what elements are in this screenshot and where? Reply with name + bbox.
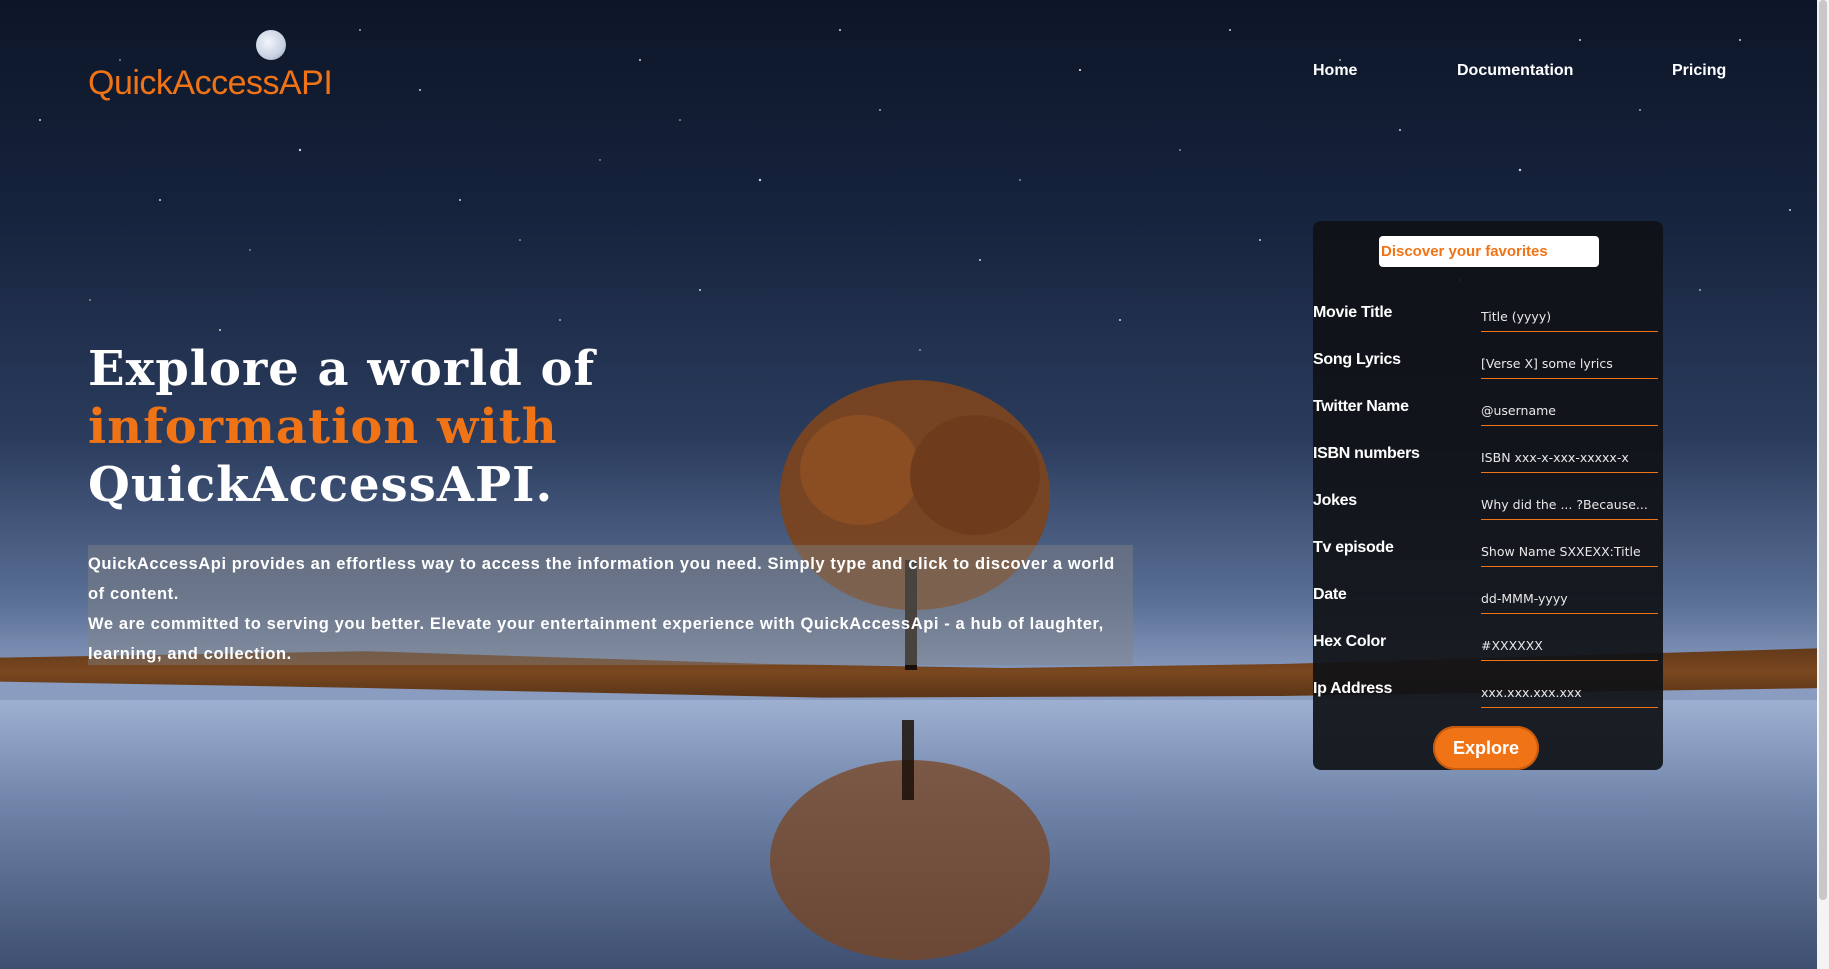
hero-description: QuickAccessApi provides an effortless wa…: [88, 545, 1133, 665]
isbn-input[interactable]: [1481, 443, 1658, 473]
brand-logo[interactable]: QuickAccessAPI: [88, 64, 333, 103]
twitter-name-input[interactable]: [1481, 396, 1658, 426]
scrollbar[interactable]: [1817, 0, 1829, 969]
field-row-movie-title: Movie Title: [1313, 302, 1663, 344]
moon-icon: [256, 30, 286, 60]
hero-line-2: information with: [88, 399, 558, 455]
isbn-label: ISBN numbers: [1313, 445, 1420, 462]
description-paragraph-2: We are committed to serving you better. …: [88, 615, 1104, 663]
jokes-label: Jokes: [1313, 492, 1357, 509]
field-row-song-lyrics: Song Lyrics: [1313, 349, 1663, 391]
field-row-hex-color: Hex Color: [1313, 631, 1663, 673]
hex-color-input[interactable]: [1481, 631, 1658, 661]
movie-title-label: Movie Title: [1313, 304, 1393, 321]
date-label: Date: [1313, 586, 1347, 603]
hex-color-label: Hex Color: [1313, 633, 1386, 650]
field-row-date: Date: [1313, 584, 1663, 626]
description-paragraph-1: QuickAccessApi provides an effortless wa…: [88, 555, 1115, 603]
field-row-isbn: ISBN numbers: [1313, 443, 1663, 485]
twitter-name-label: Twitter Name: [1313, 398, 1409, 415]
ip-address-label: Ip Address: [1313, 680, 1393, 697]
hero-line-3: QuickAccessAPI.: [88, 457, 554, 513]
tv-episode-input[interactable]: [1481, 537, 1658, 567]
hero-heading: Explore a world of information with Quic…: [88, 340, 595, 514]
form-title: Discover your favorites: [1379, 236, 1599, 267]
nav-pricing-link[interactable]: Pricing: [1672, 62, 1726, 80]
field-row-jokes: Jokes: [1313, 490, 1663, 532]
hero-line-1: Explore a world of: [88, 341, 596, 397]
ip-address-input[interactable]: [1481, 678, 1658, 708]
field-row-ip-address: Ip Address: [1313, 678, 1663, 720]
date-input[interactable]: [1481, 584, 1658, 614]
song-lyrics-label: Song Lyrics: [1313, 351, 1401, 368]
discover-form: Discover your favorites Movie Title Song…: [1313, 221, 1663, 770]
movie-title-input[interactable]: [1481, 302, 1658, 332]
field-row-tv-episode: Tv episode: [1313, 537, 1663, 579]
field-row-twitter-name: Twitter Name: [1313, 396, 1663, 438]
explore-button[interactable]: Explore: [1433, 726, 1539, 770]
nav-home-link[interactable]: Home: [1313, 62, 1357, 80]
song-lyrics-input[interactable]: [1481, 349, 1658, 379]
nav-documentation-link[interactable]: Documentation: [1457, 62, 1573, 80]
jokes-input[interactable]: [1481, 490, 1658, 520]
tv-episode-label: Tv episode: [1313, 539, 1394, 556]
